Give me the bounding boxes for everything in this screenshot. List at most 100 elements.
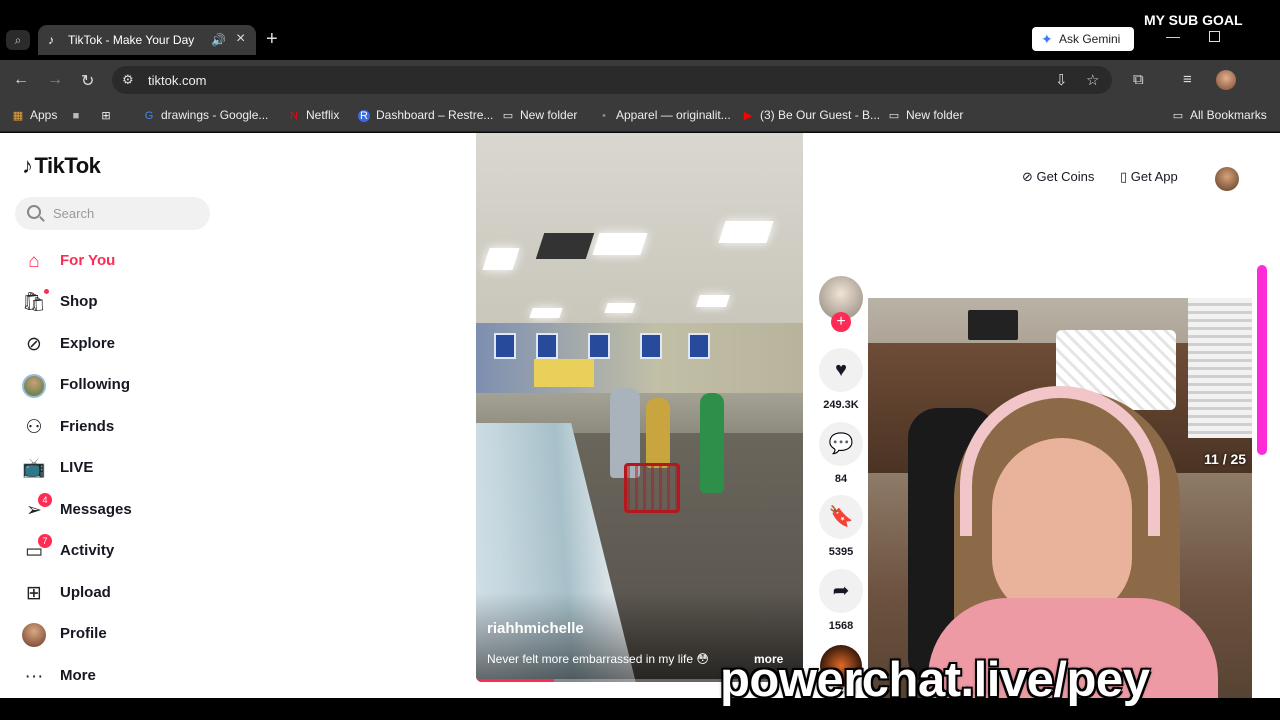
video-caption: Never felt more embarrassed in my life 😳 [487,652,709,666]
ask-gemini-label: Ask Gemini [1059,32,1121,46]
apps-grid-icon: ▦ [12,110,24,122]
scene-light [718,221,774,243]
scene-light [529,308,563,318]
home-icon: ⌂ [28,251,40,272]
share-count: 1568 [828,620,854,632]
bookmark-drawings[interactable]: Gdrawings - Google... [143,108,269,122]
browser-tab[interactable]: ♪ TikTok - Make Your Day 🔊 × [38,25,256,55]
follow-plus-icon[interactable]: + [831,312,851,332]
tab-close-icon[interactable]: × [236,30,245,48]
scene-sign [494,333,516,359]
video-progress-fill [476,679,555,682]
nav-profile[interactable]: Profile [0,617,230,653]
browser-tab-strip: ⌕ ♪ TikTok - Make Your Day 🔊 × + ✦ Ask G… [0,0,1280,60]
like-button[interactable]: ♥ [819,348,863,392]
activity-badge: 7 [38,534,52,548]
bookmark-grid[interactable]: ⊞ [100,108,118,122]
video-author[interactable]: riahhmichelle [487,620,584,637]
more-dots-icon: ··· [24,666,44,687]
save-button[interactable]: 🔖 [819,495,863,539]
nav-messages[interactable]: ➢ 4 Messages [0,493,230,529]
bookmark-folder-2[interactable]: ▭ New folder [888,108,964,122]
bookmark-all[interactable]: ▭ All Bookmarks [1172,108,1267,122]
nav-following[interactable]: Following [0,368,230,404]
restream-icon: R [358,110,370,122]
forward-icon[interactable]: → [47,71,63,89]
nav-shop[interactable]: 🛍 Shop [0,285,230,321]
search-icon [27,205,41,219]
gemini-sparkle-icon: ✦ [1041,31,1053,47]
scene-person [700,393,724,493]
share-arrow-icon: ➦ [832,580,850,602]
tab-search-icon[interactable]: ⌕ [6,30,30,50]
site-icon: • [602,110,606,122]
bookmark-icon: 🔖 [828,506,854,528]
compass-icon: ⊘ [26,334,42,355]
user-avatar[interactable] [1215,167,1239,191]
browser-toolbar: ← → ↻ ⚙ tiktok.com ⇩ ☆ ⧉ ≡ [0,60,1280,100]
get-coins-button[interactable]: ⊘ Get Coins [1022,169,1094,185]
scene-sign [536,333,558,359]
url-text: tiktok.com [148,73,207,88]
ask-gemini-button[interactable]: ✦ Ask Gemini [1032,27,1134,51]
bookmark-folder-1[interactable]: ▭ New folder [502,108,578,122]
bookmark-youtube[interactable]: ▶ (3) Be Our Guest - B... [742,108,880,122]
minimize-icon[interactable]: — [1166,28,1180,44]
folder-icon: ▭ [502,110,514,122]
site-info-icon[interactable]: ⚙ [122,72,134,88]
bookmark-apparel[interactable]: • Apparel — originalit... [598,108,731,122]
bookmark-blank[interactable]: ■ [70,108,88,122]
scene-yellow-sign [534,359,594,387]
scene-sign [688,333,710,359]
bookmark-dashboard[interactable]: R Dashboard – Restre... [358,108,493,122]
tab-title: TikTok - Make Your Day [68,33,195,47]
nav-upload[interactable]: ⊞ Upload [0,576,230,612]
heart-icon: ♥ [835,359,847,381]
speaker-icon[interactable]: 🔊 [211,33,226,47]
shopping-bag-icon: 🛍 [22,292,47,313]
get-app-button[interactable]: ▯ Get App [1120,169,1178,185]
webcam-blinds [1188,298,1252,438]
profile-avatar-icon [22,623,46,647]
blank-page-icon: ■ [72,110,80,122]
address-bar[interactable]: ⚙ tiktok.com [112,66,1112,94]
reload-icon[interactable]: ↻ [81,71,94,91]
nav-live[interactable]: 📺 LIVE [0,451,230,487]
scrollbar[interactable] [1257,265,1267,455]
youtube-icon: ▶ [743,110,753,122]
tiktok-logo[interactable]: ♪TikTok [22,153,101,179]
share-button[interactable]: ➦ [819,569,863,613]
live-tv-icon: 📺 [22,458,46,479]
scene-cart [624,463,680,513]
coin-icon: ⊘ [1022,169,1037,184]
nav-for-you[interactable]: ⌂ For You [0,244,230,280]
browser-profile-avatar[interactable] [1216,70,1236,90]
comment-button[interactable]: 💬 [819,422,863,466]
scene-sign [588,333,610,359]
extensions-icon[interactable]: ⧉ [1133,71,1144,88]
restore-icon[interactable] [1209,31,1220,42]
scene-person [646,398,670,468]
install-app-icon[interactable]: ⇩ [1055,71,1068,89]
upload-plus-icon: ⊞ [26,583,42,604]
shop-notification-dot [44,289,49,294]
media-control-icon[interactable]: ≡ [1183,71,1192,88]
grid-icon: ⊞ [101,110,111,122]
bookmark-netflix[interactable]: N Netflix [288,108,339,122]
new-tab-icon[interactable]: + [266,28,278,51]
nav-explore[interactable]: ⊘ Explore [0,327,230,363]
bookmark-star-icon[interactable]: ☆ [1086,71,1099,89]
folder-icon: ▭ [888,110,900,122]
nav-more[interactable]: ··· More [0,659,230,695]
nav-activity[interactable]: ▭ 7 Activity [0,534,230,570]
bookmark-apps[interactable]: ▦ Apps [12,108,58,122]
phone-icon: ▯ [1120,169,1131,184]
save-count: 5395 [828,546,854,558]
search-input[interactable]: Search [15,197,210,230]
nav-friends[interactable]: ⚇ Friends [0,410,230,446]
friends-icon: ⚇ [25,417,43,438]
video-player[interactable]: riahhmichelle Never felt more embarrasse… [476,133,803,682]
back-icon[interactable]: ← [13,71,29,89]
scene-vent [535,233,595,259]
scene-sign [640,333,662,359]
